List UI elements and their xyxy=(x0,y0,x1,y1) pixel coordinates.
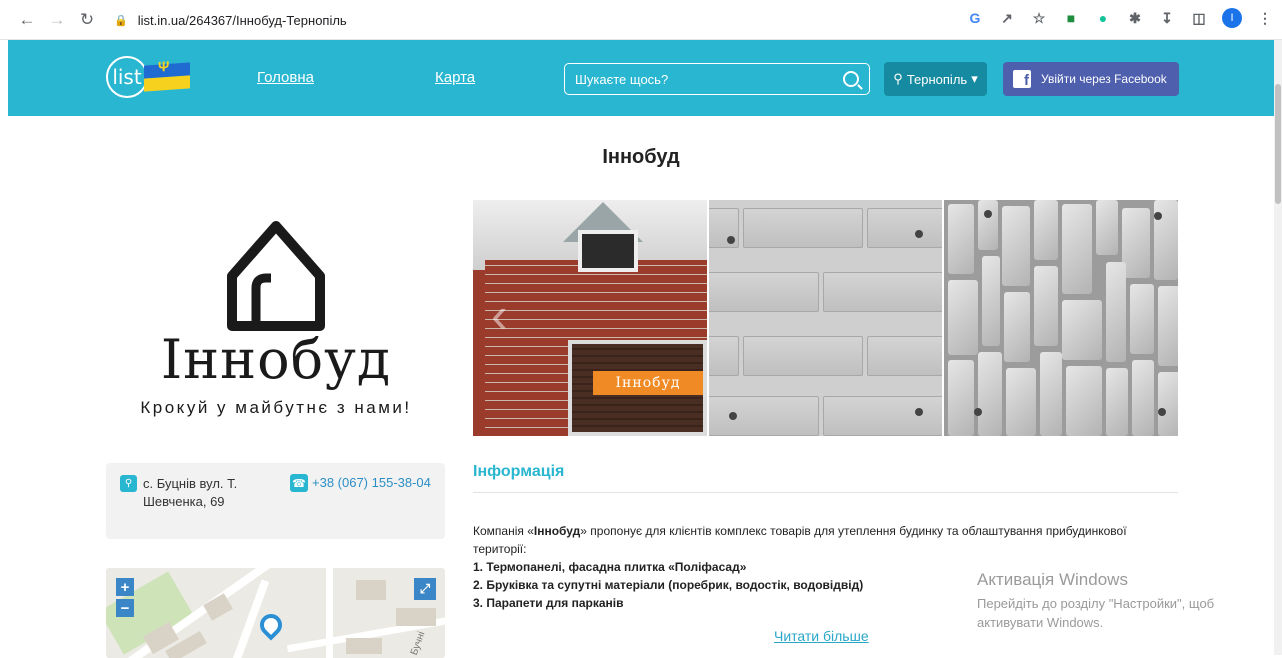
grammarly-icon[interactable]: ● xyxy=(1094,9,1112,27)
star-icon[interactable]: ☆ xyxy=(1030,9,1048,27)
contact-box: ⚲ с. Буцнів вул. Т. Шевченка, 69 ☎ +38 (… xyxy=(106,463,445,539)
address-text: с. Буцнів вул. Т. Шевченка, 69 xyxy=(143,476,238,509)
gallery-image-facade[interactable]: Іннобуд ‹ xyxy=(473,200,707,436)
location-pin-icon: ⚲ xyxy=(120,475,137,492)
address-bar[interactable]: 🔒 list.in.ua/264367/Іннобуд-Тернопіль xyxy=(104,6,864,34)
profile-avatar[interactable]: I xyxy=(1222,8,1242,28)
search-icon[interactable] xyxy=(843,71,859,87)
info-divider xyxy=(473,492,1178,493)
extension-green-icon[interactable]: ■ xyxy=(1062,9,1080,27)
search-box xyxy=(564,63,870,95)
forward-icon[interactable]: → xyxy=(46,9,68,31)
info-intro: Компанія «Іннобуд» пропонує для клієнтів… xyxy=(473,524,1127,556)
gallery-badge: Іннобуд xyxy=(593,371,703,395)
map-marker-icon[interactable] xyxy=(255,609,287,641)
chevron-left-icon[interactable]: ‹ xyxy=(491,285,531,345)
site-logo[interactable]: list Ψ xyxy=(106,56,190,98)
phone-icon: ☎ xyxy=(290,474,308,492)
city-label: Тернопіль xyxy=(906,71,968,87)
map-zoom-in-button[interactable]: + xyxy=(116,578,134,596)
photo-gallery: Іннобуд ‹ xyxy=(473,200,1179,436)
gallery-image-bricks[interactable] xyxy=(708,200,943,436)
company-logo: Іннобуд Крокуй у майбутнє з нами! xyxy=(106,200,446,436)
chevron-down-icon: ▾ xyxy=(971,71,978,86)
house-logo-icon xyxy=(227,221,325,331)
logo-circle: list xyxy=(106,56,148,98)
windows-activation-watermark: Активація Windows Перейдіть до розділу "… xyxy=(977,570,1252,632)
google-icon[interactable]: G xyxy=(966,9,984,27)
nav-home-link[interactable]: Головна xyxy=(257,69,314,86)
lock-icon[interactable]: 🔒 xyxy=(114,14,128,27)
facebook-login-label: Увійти через Facebook xyxy=(1041,72,1167,86)
share-icon[interactable]: ↗ xyxy=(998,9,1016,27)
search-input[interactable] xyxy=(575,71,825,87)
location-pin-icon: ⚲ xyxy=(893,71,903,86)
nav-map-link[interactable]: Карта xyxy=(435,69,475,86)
brand-slogan: Крокуй у майбутнє з нами! xyxy=(140,398,412,417)
url-text: list.in.ua/264367/Іннобуд-Тернопіль xyxy=(137,12,347,28)
puzzle-icon[interactable]: ✱ xyxy=(1126,9,1144,27)
trident-icon: Ψ xyxy=(158,57,170,75)
menu-icon[interactable]: ⋮ xyxy=(1256,9,1274,27)
windows-activation-title: Активація Windows xyxy=(977,570,1128,589)
city-dropdown-button[interactable]: ⚲ Тернопіль ▾ xyxy=(884,62,987,96)
facebook-icon: f xyxy=(1013,70,1031,88)
gallery-image-stones[interactable] xyxy=(944,200,1179,436)
back-icon[interactable]: ← xyxy=(16,9,38,31)
info-heading: Інформація xyxy=(473,463,565,480)
map-fullscreen-icon[interactable]: ⤢ xyxy=(414,578,436,600)
read-more-link[interactable]: Читати більше xyxy=(774,628,869,644)
facebook-login-button[interactable]: f Увійти через Facebook xyxy=(1003,62,1179,96)
reload-icon[interactable]: ↻ xyxy=(76,9,98,31)
download-icon[interactable]: ↧ xyxy=(1158,9,1176,27)
page-title: Іннобуд xyxy=(602,146,680,168)
windows-activation-subtitle: Перейдіть до розділу "Настройки", щоб ак… xyxy=(977,596,1215,630)
map-street-label: Бучні xyxy=(408,630,428,657)
page-scrollbar[interactable] xyxy=(1274,40,1282,655)
scrollbar-thumb[interactable] xyxy=(1275,84,1281,204)
brand-name: Іннобуд xyxy=(160,328,392,391)
site-header: list Ψ Головна Карта ⚲ Тернопіль ▾ f Уві… xyxy=(8,40,1274,116)
ukraine-flag-icon: Ψ xyxy=(144,58,190,92)
sidepanel-icon[interactable]: ◫ xyxy=(1190,9,1208,27)
browser-toolbar: ← → ↻ 🔒 list.in.ua/264367/Іннобуд-Терноп… xyxy=(0,0,1282,40)
location-map[interactable]: + − ⤢ Бучні xyxy=(106,568,445,658)
map-zoom-out-button[interactable]: − xyxy=(116,599,134,617)
phone-link[interactable]: +38 (067) 155-38-04 xyxy=(312,475,431,490)
